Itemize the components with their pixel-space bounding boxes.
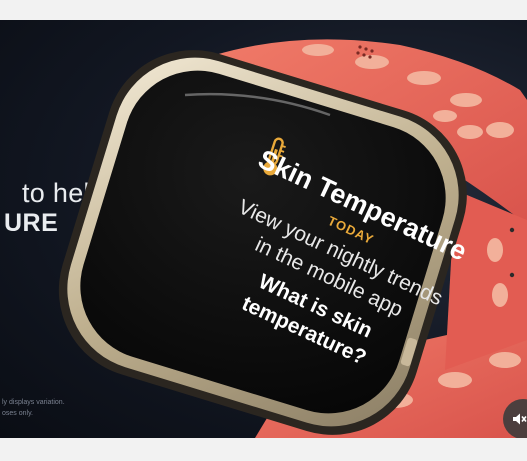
mute-icon bbox=[513, 413, 527, 425]
video-frame: to help URE ly displays variation. oses … bbox=[0, 20, 527, 438]
